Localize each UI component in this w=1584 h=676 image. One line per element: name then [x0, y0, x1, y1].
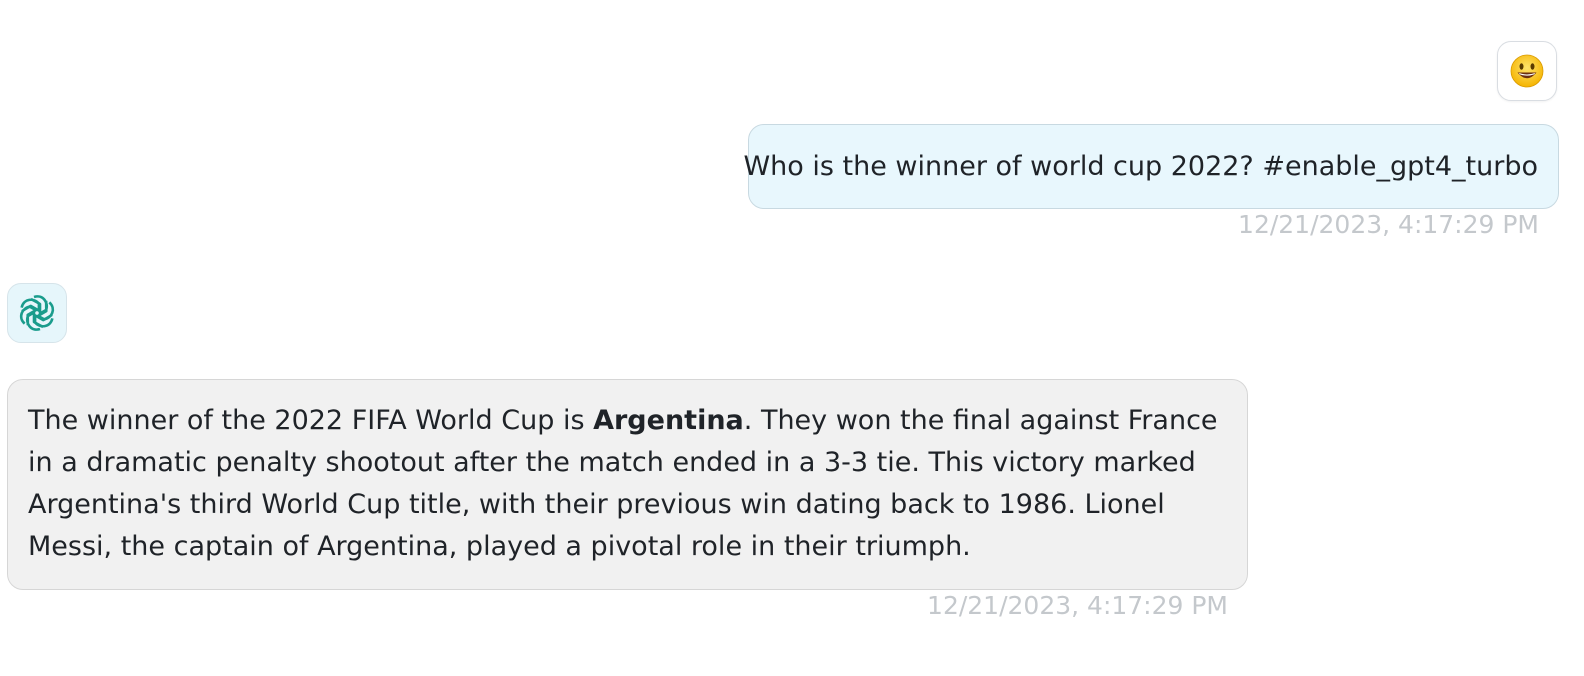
user-message-timestamp: 12/21/2023, 4:17:29 PM: [1238, 210, 1539, 239]
assistant-message-bubble: The winner of the 2022 FIFA World Cup is…: [7, 379, 1248, 590]
assistant-message-text: The winner of the 2022 FIFA World Cup is…: [28, 400, 1227, 568]
user-message-text: Who is the winner of world cup 2022? #en…: [743, 150, 1538, 182]
assistant-bold-text: Argentina: [593, 405, 744, 436]
assistant-text-part: The winner of the 2022 FIFA World Cup is: [28, 405, 594, 436]
chat-thread: Who is the winner of world cup 2022? #en…: [0, 0, 1584, 676]
assistant-message-timestamp: 12/21/2023, 4:17:29 PM: [927, 591, 1228, 620]
smiley-emoji-icon: [1510, 54, 1544, 88]
user-message-bubble: Who is the winner of world cup 2022? #en…: [743, 124, 1559, 209]
openai-logo-icon: [16, 292, 58, 334]
assistant-avatar: [7, 283, 67, 343]
user-avatar: [1497, 41, 1557, 101]
